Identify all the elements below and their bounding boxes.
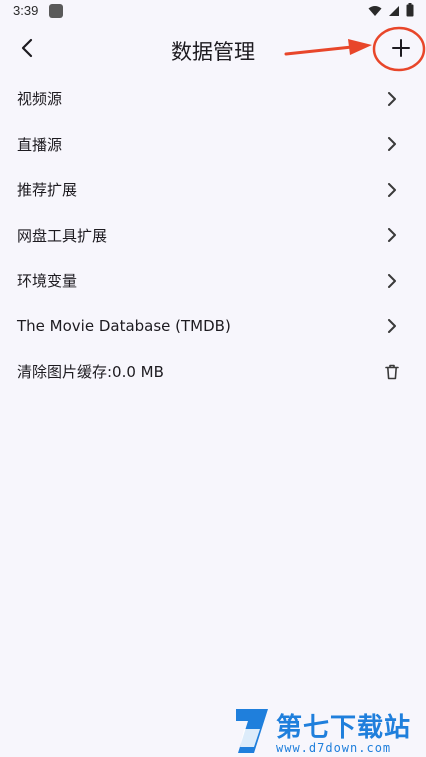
- list-item-cloud-drive-extensions[interactable]: 网盘工具扩展: [0, 213, 426, 259]
- list-item-label: 推荐扩展: [17, 181, 78, 200]
- signal-icon: [388, 2, 400, 21]
- page-title: 数据管理: [171, 40, 255, 64]
- watermark-url: www.d7down.com: [276, 741, 392, 755]
- status-icons: [368, 2, 414, 21]
- plus-icon: [392, 39, 410, 61]
- chevron-right-icon: [382, 225, 402, 245]
- list-item-label: 网盘工具扩展: [17, 226, 108, 245]
- list-item-label: 环境变量: [17, 272, 78, 291]
- list-item-video-source[interactable]: 视频源: [0, 76, 426, 122]
- watermark-title: 第七下载站: [276, 713, 412, 743]
- list-item-label: 清除图片缓存:0.0 MB: [17, 363, 164, 382]
- list-item-label: 直播源: [17, 135, 63, 154]
- chevron-right-icon: [382, 180, 402, 200]
- list-item-live-source[interactable]: 直播源: [0, 122, 426, 168]
- list-item-environment-variables[interactable]: 环境变量: [0, 258, 426, 304]
- status-time: 3:39: [13, 3, 39, 18]
- chevron-right-icon: [382, 89, 402, 109]
- list-item-label: The Movie Database (TMDB): [17, 317, 231, 336]
- list-item-clear-image-cache[interactable]: 清除图片缓存:0.0 MB: [0, 349, 426, 395]
- battery-icon: [406, 2, 414, 21]
- chevron-right-icon: [382, 134, 402, 154]
- screen: 3:39 数据管理 视频源 直播源 推荐扩展 网盘工具扩展 环境变量 The M…: [0, 0, 426, 757]
- wifi-icon: [368, 2, 382, 21]
- watermark: 第七下载站 www.d7down.com: [228, 703, 426, 757]
- list-item-recommended-extensions[interactable]: 推荐扩展: [0, 167, 426, 213]
- status-bar: 3:39: [0, 0, 426, 24]
- add-button[interactable]: [381, 30, 421, 70]
- settings-list: 视频源 直播源 推荐扩展 网盘工具扩展 环境变量 The Movie Datab…: [0, 76, 426, 395]
- app-notification-icon: [49, 4, 63, 18]
- list-item-label: 视频源: [17, 90, 63, 109]
- watermark-logo-icon: [236, 709, 268, 753]
- list-item-tmdb[interactable]: The Movie Database (TMDB): [0, 304, 426, 350]
- trash-icon[interactable]: [382, 362, 402, 382]
- app-bar: 数据管理: [0, 26, 426, 74]
- chevron-right-icon: [382, 316, 402, 336]
- chevron-right-icon: [382, 271, 402, 291]
